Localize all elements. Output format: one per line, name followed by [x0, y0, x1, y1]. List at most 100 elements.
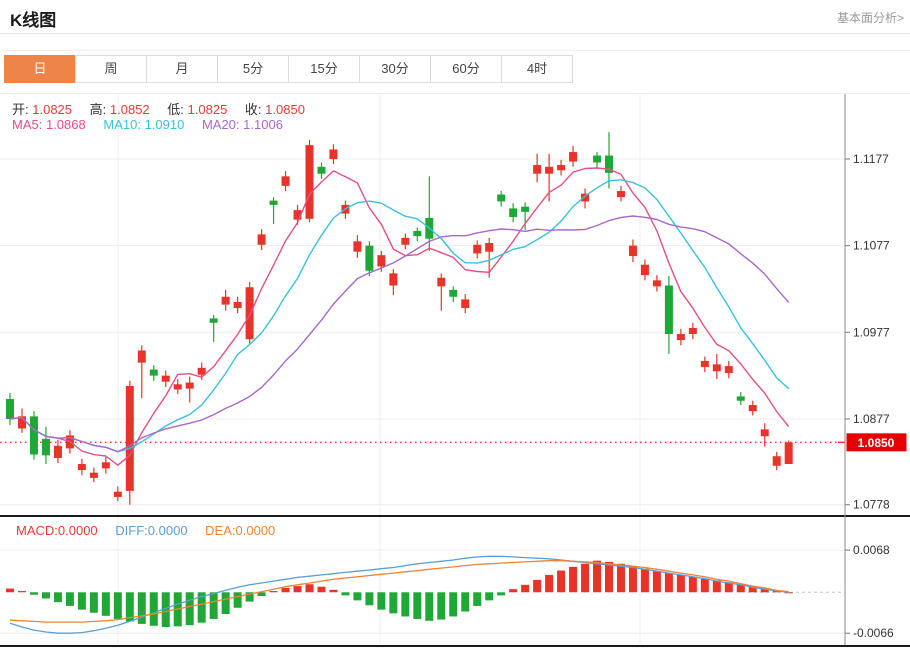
candle-body — [665, 286, 673, 335]
candle-body — [749, 405, 757, 411]
candle-body — [30, 416, 38, 454]
candle-body — [174, 384, 182, 389]
candle-body — [761, 429, 769, 436]
macd-hist-bar — [90, 592, 98, 612]
candle-body — [270, 201, 278, 205]
macd-hist-bar — [461, 592, 469, 611]
high-label: 高: — [90, 102, 107, 117]
macd-hist-bar — [665, 573, 673, 592]
macd-hist-bar — [282, 588, 290, 592]
candle-body — [653, 280, 661, 286]
panel-divider — [0, 515, 910, 517]
candle-body — [461, 299, 469, 308]
fundamental-analysis-link[interactable]: 基本面分析> — [837, 9, 904, 26]
candle-body — [162, 376, 170, 382]
timeframe-tab-5[interactable]: 30分 — [359, 55, 431, 83]
macd-hist-bar — [114, 592, 122, 619]
macd-hist-bar — [545, 575, 553, 592]
candle-body — [306, 145, 314, 219]
macd-hist-bar — [102, 592, 110, 616]
low-label: 低: — [167, 102, 184, 117]
macd-hist-bar — [701, 579, 709, 593]
candle-body — [234, 302, 242, 308]
close-value: 1.0850 — [265, 102, 305, 117]
macd-hist-bar — [641, 569, 649, 593]
high-value: 1.0852 — [110, 102, 150, 117]
macd-hist-bar — [78, 592, 86, 609]
page-title: K线图 — [10, 6, 56, 31]
candle-body — [210, 318, 218, 322]
macd-hist-bar — [270, 591, 278, 592]
candle-body — [389, 273, 397, 285]
macd-hist-bar — [6, 589, 14, 593]
candle-body — [246, 287, 254, 339]
macd-hist-bar — [150, 592, 158, 625]
candle-body — [785, 442, 793, 464]
macd-hist-bar — [629, 566, 637, 592]
diff-value-readout: DIFF:0.0000 — [115, 523, 187, 538]
macd-hist-bar — [413, 592, 421, 619]
macd-hist-bar — [605, 562, 613, 592]
candle-body — [701, 361, 709, 367]
timeframe-tab-6[interactable]: 60分 — [430, 55, 502, 83]
low-value: 1.0825 — [188, 102, 228, 117]
timeframe-tabbar: 日周月5分15分30分60分4时 — [0, 50, 910, 83]
last-price-tag-text: 1.0850 — [858, 436, 895, 450]
timeframe-tab-1[interactable]: 周 — [75, 55, 147, 83]
macd-hist-bar — [294, 586, 302, 592]
timeframe-tab-7[interactable]: 4时 — [501, 55, 573, 83]
close-label: 收: — [245, 102, 262, 117]
macd-hist-bar — [437, 592, 445, 619]
macd-hist-bar — [569, 567, 577, 592]
macd-hist-bar — [617, 564, 625, 593]
candle-body — [282, 176, 290, 186]
candle-body — [641, 265, 649, 275]
candle-body — [150, 370, 158, 376]
candle-body — [449, 290, 457, 297]
ma-readout: MA5: 1.0868 MA10: 1.0910 MA20: 1.1006 — [12, 117, 297, 132]
macd-hist-bar — [509, 589, 517, 592]
candle-body — [353, 241, 361, 251]
candle-body — [569, 152, 577, 162]
open-value: 1.0825 — [32, 102, 72, 117]
macd-hist-bar — [66, 592, 74, 606]
ma5-readout: MA5: 1.0868 — [12, 117, 86, 132]
candle-body — [713, 364, 721, 371]
macd-hist-bar — [593, 561, 601, 593]
ma20-readout: MA20: 1.1006 — [202, 117, 283, 132]
macd-hist-bar — [557, 571, 565, 593]
candle-body — [222, 297, 230, 305]
candle-body — [533, 165, 541, 174]
price-axis-label: 1.0877 — [853, 412, 890, 426]
candle-body — [521, 207, 529, 212]
macd-readout: MACD:0.0000 DIFF:0.0000 DEA:0.0000 — [16, 523, 289, 538]
timeframe-tab-0[interactable]: 日 — [4, 55, 76, 83]
timeframe-tab-2[interactable]: 月 — [146, 55, 218, 83]
macd-hist-bar — [353, 592, 361, 600]
timeframe-tab-4[interactable]: 15分 — [288, 55, 360, 83]
candle-body — [437, 278, 445, 287]
candle-body — [557, 165, 565, 170]
candle-body — [413, 231, 421, 236]
macd-hist-bar — [713, 581, 721, 593]
macd-hist-bar — [222, 592, 230, 614]
candle-body — [497, 195, 505, 202]
candle-body — [6, 399, 14, 419]
candle-body — [42, 439, 50, 455]
candle-body — [198, 368, 206, 375]
macd-hist-bar — [210, 592, 218, 619]
price-axis-label: 1.1177 — [853, 152, 889, 166]
timeframe-tab-3[interactable]: 5分 — [217, 55, 289, 83]
macd-hist-bar — [581, 564, 589, 593]
macd-hist-bar — [653, 571, 661, 592]
macd-hist-bar — [186, 592, 194, 625]
macd-hist-bar — [389, 592, 397, 613]
macd-hist-bar — [365, 592, 373, 605]
kline-chart-svg: 1.11771.10771.09771.08771.07780.0068-0.0… — [0, 94, 910, 648]
macd-hist-bar — [473, 592, 481, 606]
candle-body — [126, 386, 134, 491]
price-axis-label: 1.0778 — [853, 498, 890, 512]
macd-hist-bar — [485, 592, 493, 600]
candle-body — [773, 456, 781, 466]
macd-axis-label: 0.0068 — [853, 543, 890, 557]
